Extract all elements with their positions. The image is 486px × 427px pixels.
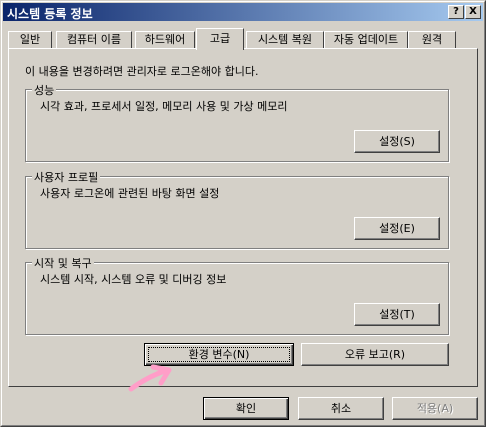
error-reporting-button[interactable]: 오류 보고(R) [301, 343, 449, 366]
ok-button[interactable]: 확인 [203, 397, 289, 420]
system-properties-window: 시스템 등록 정보 ? X 일반 컴퓨터 이름 하드웨어 고급 시스템 복원 자… [0, 0, 486, 427]
tab-advanced[interactable]: 고급 [196, 28, 244, 50]
performance-title: 성능 [32, 82, 57, 98]
user-profiles-desc: 사용자 로그온에 관련된 바탕 화면 설정 [40, 187, 220, 200]
window-title: 시스템 등록 정보 [7, 7, 93, 21]
user-profiles-settings-button[interactable]: 설정(E) [354, 217, 440, 240]
user-profiles-group: 사용자 프로필 사용자 로그온에 관련된 바탕 화면 설정 설정(E) [25, 169, 449, 249]
startup-recovery-desc: 시스템 시작, 시스템 오류 및 디버깅 정보 [40, 273, 227, 286]
startup-recovery-group: 시작 및 복구 시스템 시작, 시스템 오류 및 디버깅 정보 설정(T) [25, 255, 449, 335]
help-button[interactable]: ? [448, 5, 464, 19]
apply-button[interactable]: 적용(A) [392, 397, 478, 420]
performance-desc: 시각 효과, 프로세서 일정, 메모리 사용 및 가상 메모리 [40, 100, 288, 113]
tab-general[interactable]: 일반 [8, 31, 52, 49]
title-bar[interactable]: 시스템 등록 정보 ? X [3, 3, 483, 21]
close-button[interactable]: X [465, 5, 481, 19]
performance-group: 성능 시각 효과, 프로세서 일정, 메모리 사용 및 가상 메모리 설정(S) [25, 82, 449, 162]
performance-settings-button[interactable]: 설정(S) [354, 130, 440, 153]
tab-hardware[interactable]: 하드웨어 [135, 31, 195, 49]
tab-computer-name[interactable]: 컴퓨터 이름 [56, 31, 132, 49]
tab-system-restore[interactable]: 시스템 복원 [246, 31, 324, 49]
cancel-button[interactable]: 취소 [298, 397, 384, 420]
tab-automatic-updates[interactable]: 자동 업데이트 [324, 31, 408, 49]
annotation-arrow-icon [128, 364, 172, 392]
user-profiles-title: 사용자 프로필 [32, 169, 101, 185]
startup-recovery-title: 시작 및 복구 [32, 255, 94, 271]
startup-recovery-settings-button[interactable]: 설정(T) [354, 303, 440, 326]
tab-remote[interactable]: 원격 [408, 31, 456, 49]
admin-notice: 이 내용을 변경하려면 관리자로 로그온해야 합니다. [25, 65, 259, 78]
